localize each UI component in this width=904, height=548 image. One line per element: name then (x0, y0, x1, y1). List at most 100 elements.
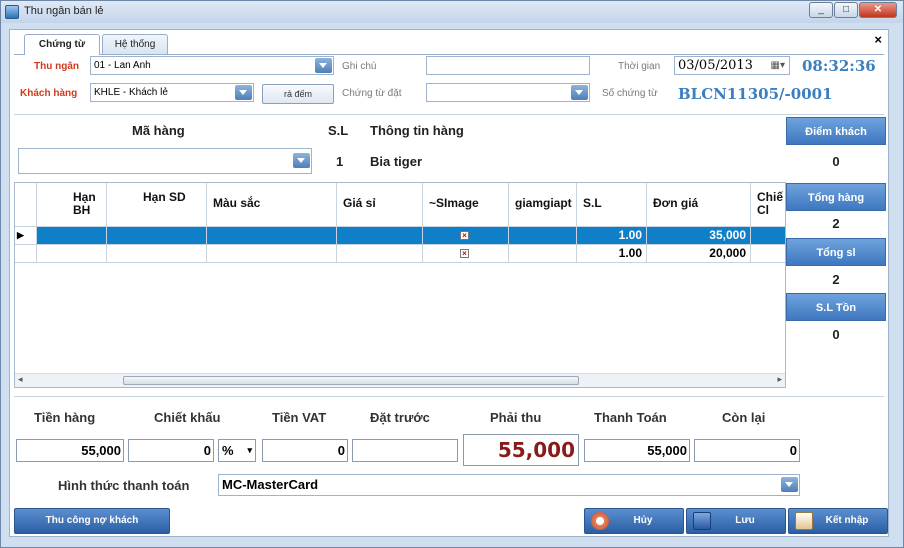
chevron-down-icon[interactable]: ▾ (247, 440, 252, 461)
cell-quantity[interactable]: 1.00 (577, 227, 647, 245)
tab-documents[interactable]: Chứng từ (24, 34, 100, 55)
deposit-doc-select[interactable] (426, 83, 590, 102)
save-label: Lưu (735, 515, 755, 526)
col-image[interactable]: ~SImage (423, 183, 509, 227)
prepaid-label: Đặt trước (370, 410, 430, 425)
minimize-button[interactable]: _ (809, 2, 833, 18)
cashier-select[interactable]: 01 - Lan Anh (90, 56, 334, 75)
total-items-value: 2 (832, 216, 840, 231)
payment-method-label: Hình thức thanh toán (58, 478, 190, 493)
discount-unit-select[interactable]: % ▾ (218, 439, 256, 462)
col-color[interactable]: Màu sắc (207, 183, 337, 227)
chevron-down-icon[interactable] (293, 153, 310, 168)
table-row[interactable]: × 1.00 20,000 (15, 245, 785, 263)
cell-wholesale-price[interactable] (337, 227, 423, 245)
cell-expiry[interactable] (107, 245, 207, 263)
cell-expiry[interactable] (107, 227, 207, 245)
main-panel: Chứng từ Hệ thống × Thu ngân 01 - Lan An… (9, 29, 889, 537)
app-icon (5, 5, 19, 19)
divider (14, 396, 884, 397)
note-input[interactable] (426, 56, 590, 75)
col-quantity[interactable]: S.L (577, 183, 647, 227)
doc-no-value: BLCN11305/-0001 (678, 85, 833, 103)
col-warranty[interactable]: Hạn BH (37, 183, 107, 227)
scroll-left-icon[interactable]: ◂ (18, 374, 23, 385)
col-wholesale-price[interactable]: Giá sỉ (337, 183, 423, 227)
quantity-header: S.L (328, 123, 349, 138)
paid-field[interactable]: 55,000 (584, 439, 690, 462)
cell-image[interactable]: × (423, 245, 509, 263)
cell-discount-pct[interactable] (509, 227, 577, 245)
row-indicator (15, 245, 37, 263)
save-button[interactable]: Lưu (686, 508, 786, 534)
cell-warranty[interactable] (37, 245, 107, 263)
col-discount[interactable]: Chiế Cl (751, 183, 785, 227)
product-info-value: Bia tiger (370, 154, 423, 169)
date-picker[interactable]: 03/05/2013 ▦▾ (674, 56, 790, 75)
horizontal-scrollbar[interactable]: ◂ ▸ (15, 373, 785, 387)
cell-quantity[interactable]: 1.00 (577, 245, 647, 263)
cell-image[interactable]: × (423, 227, 509, 245)
customer-label: Khách hàng (20, 88, 78, 99)
payable-field: 55,000 (463, 434, 579, 466)
table-row[interactable]: ▶ × 1.00 35,000 (15, 227, 785, 245)
cell-discount[interactable] (751, 227, 785, 245)
customer-select[interactable]: KHLE - Khách lẻ (90, 83, 254, 102)
row-indicator-icon: ▶ (15, 227, 37, 245)
cell-unit-price[interactable]: 20,000 (647, 245, 751, 263)
scroll-right-icon[interactable]: ▸ (777, 374, 782, 385)
payment-method-select[interactable]: MC-MasterCard (218, 474, 800, 496)
cell-color[interactable] (207, 245, 337, 263)
col-discount-pct[interactable]: giamgiapt (509, 183, 577, 227)
finish-button[interactable]: Kết nhập (788, 508, 888, 534)
items-grid[interactable]: Hạn BH Hạn SD Màu sắc Giá sỉ ~SImage gia… (14, 182, 786, 388)
broken-image-icon: × (460, 249, 469, 258)
col-expiry[interactable]: Hạn SD (107, 183, 207, 227)
chevron-down-icon[interactable] (315, 58, 332, 73)
cell-warranty[interactable] (37, 227, 107, 245)
total-qty-header: Tổng sl (786, 238, 886, 266)
maximize-button[interactable]: □ (834, 2, 858, 18)
broken-image-icon: × (460, 231, 469, 240)
window-title: Thu ngân bán lẻ (24, 5, 104, 17)
cancel-icon (591, 512, 609, 530)
doc-no-label: Số chứng từ (602, 88, 658, 99)
cancel-label: Hủy (633, 515, 653, 526)
vat-label: Tiền VAT (272, 410, 327, 425)
prepaid-field[interactable] (352, 439, 458, 462)
chevron-down-icon[interactable] (235, 85, 252, 100)
time-label: Thời gian (618, 61, 661, 72)
stock-header: S.L Tồn (786, 293, 886, 321)
cell-wholesale-price[interactable] (337, 245, 423, 263)
payable-label: Phải thu (490, 410, 542, 425)
goods-total-field[interactable]: 55,000 (16, 439, 124, 462)
stock-value: 0 (832, 327, 840, 342)
product-info-header: Thông tin hàng (370, 123, 464, 138)
tab-divider (14, 54, 884, 55)
customer-value: KHLE - Khách lẻ (94, 87, 168, 98)
collect-debt-button[interactable]: Thu công nợ khách (14, 508, 170, 534)
cell-unit-price[interactable]: 35,000 (647, 227, 751, 245)
product-code-select[interactable] (18, 148, 312, 174)
return-button[interactable]: rả đếm (262, 84, 334, 104)
divider (14, 114, 884, 115)
calendar-icon[interactable]: ▦▾ (771, 57, 785, 74)
col-unit-price[interactable]: Đơn giá (647, 183, 751, 227)
discount-label: Chiết khấu (154, 410, 221, 425)
remaining-field[interactable]: 0 (694, 439, 800, 462)
close-form-icon[interactable]: × (874, 32, 882, 47)
save-icon (693, 512, 711, 530)
chevron-down-icon[interactable] (571, 85, 588, 100)
discount-field[interactable]: 0 (128, 439, 214, 462)
cell-discount[interactable] (751, 245, 785, 263)
close-window-button[interactable]: ✕ (859, 2, 897, 18)
deposit-doc-label: Chứng từ đặt (342, 88, 402, 99)
cell-discount-pct[interactable] (509, 245, 577, 263)
cancel-button[interactable]: Hủy (584, 508, 684, 534)
cell-color[interactable] (207, 227, 337, 245)
chevron-down-icon[interactable] (781, 477, 798, 492)
scrollbar-thumb[interactable] (123, 376, 579, 385)
vat-field[interactable]: 0 (262, 439, 348, 462)
tab-system[interactable]: Hệ thống (102, 34, 168, 54)
goods-total-label: Tiền hàng (34, 410, 96, 425)
